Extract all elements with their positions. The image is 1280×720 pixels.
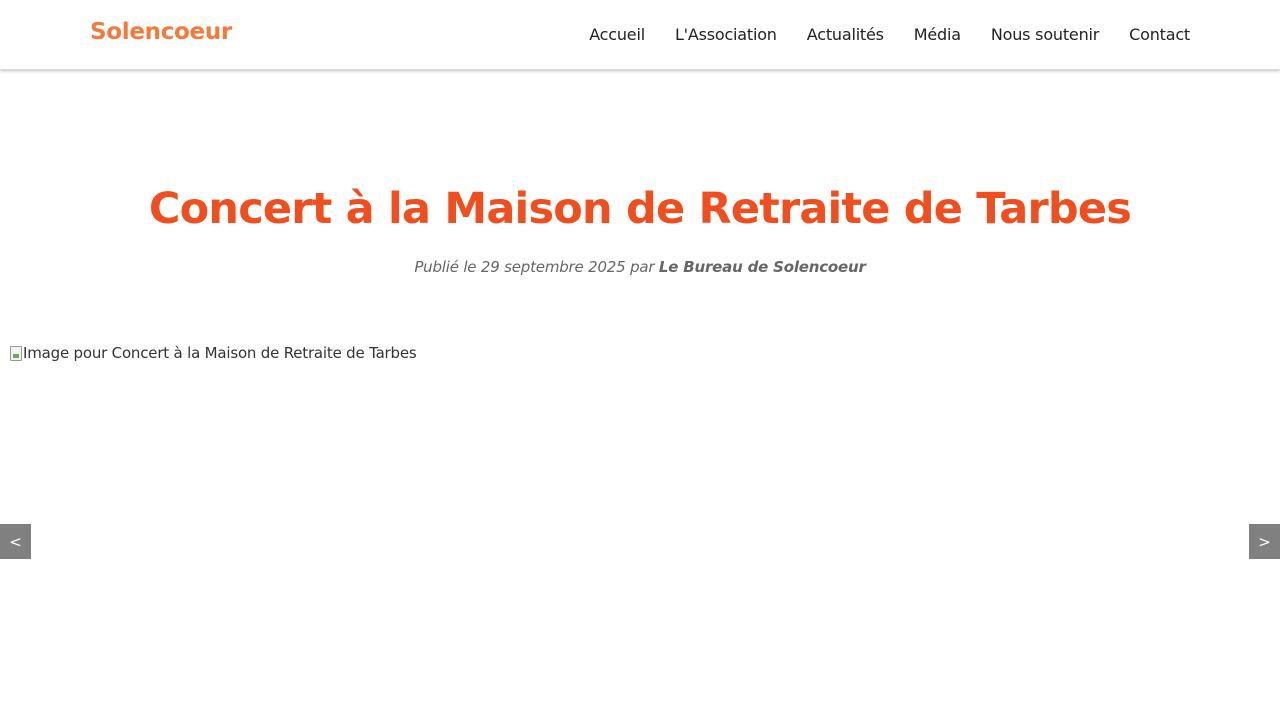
article-title: Concert à la Maison de Retraite de Tarbe… xyxy=(148,184,1132,234)
image-alt-text: Image pour Concert à la Maison de Retrai… xyxy=(23,344,417,362)
nav-item-association[interactable]: L'Association xyxy=(675,25,777,44)
site-logo[interactable]: Solencoeur xyxy=(90,19,232,45)
broken-image-icon xyxy=(10,345,22,361)
nav-item-nous-soutenir[interactable]: Nous soutenir xyxy=(991,25,1099,44)
publish-info: Publié le 29 septembre 2025 par xyxy=(414,258,659,276)
nav-item-contact[interactable]: Contact xyxy=(1129,25,1190,44)
nav-item-accueil[interactable]: Accueil xyxy=(589,25,645,44)
slider-prev-button[interactable]: < xyxy=(0,524,31,559)
site-header: Solencoeur Accueil L'Association Actuali… xyxy=(0,0,1280,70)
article-meta: Publié le 29 septembre 2025 par Le Burea… xyxy=(0,258,1280,276)
article-author: Le Bureau de Solencoeur xyxy=(658,258,866,276)
nav-item-media[interactable]: Média xyxy=(914,25,961,44)
nav-item-actualites[interactable]: Actualités xyxy=(807,25,884,44)
slider-next-button[interactable]: > xyxy=(1249,524,1280,559)
article-image: Image pour Concert à la Maison de Retrai… xyxy=(10,344,417,362)
main-nav: Accueil L'Association Actualités Média N… xyxy=(589,0,1190,68)
